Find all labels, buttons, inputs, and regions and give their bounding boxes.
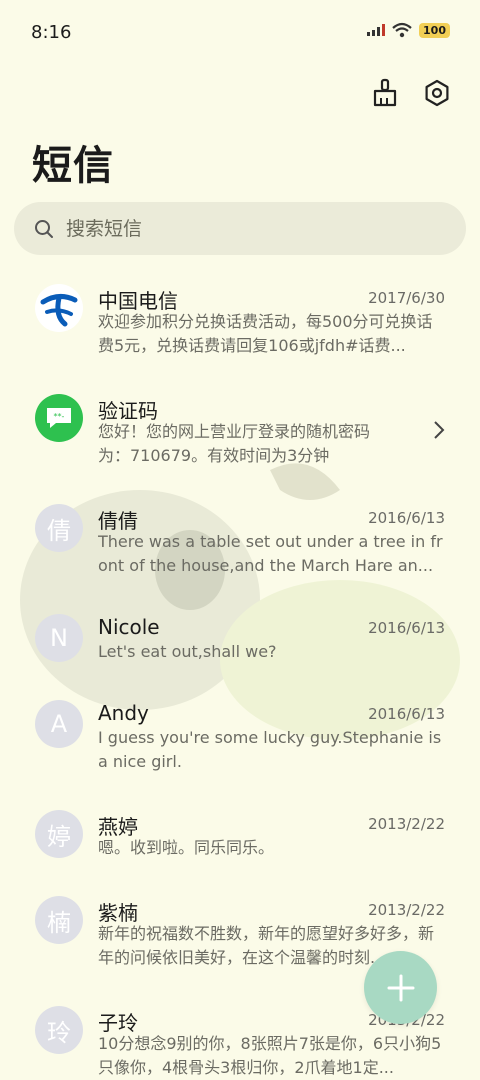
contact-avatar: N bbox=[35, 614, 83, 662]
china-telecom-logo-avatar bbox=[35, 284, 83, 332]
page-title: 短信 bbox=[32, 143, 114, 189]
message-date: 2013/2/22 bbox=[368, 815, 445, 833]
status-bar: 8:16 100 bbox=[0, 0, 480, 68]
message-preview: 嗯。收到啦。同乐同乐。 bbox=[98, 838, 275, 857]
contact-avatar: 婷 bbox=[35, 810, 83, 858]
message-date: 2013/2/22 bbox=[368, 901, 445, 919]
signal-icon bbox=[367, 24, 386, 36]
chevron-right-icon bbox=[434, 421, 445, 439]
top-actions bbox=[368, 76, 454, 110]
contact-name: Andy bbox=[98, 701, 149, 725]
settings-button[interactable] bbox=[420, 76, 454, 110]
contact-avatar: A bbox=[35, 700, 83, 748]
conversation-item[interactable]: A Andy 2016/6/13 I guess you're some luc… bbox=[0, 686, 480, 791]
contact-name: Nicole bbox=[98, 615, 160, 639]
search-input[interactable] bbox=[64, 216, 428, 241]
message-preview: There was a table set out under a tree i… bbox=[98, 532, 443, 575]
conversation-item[interactable]: N Nicole 2016/6/13 Let's eat out,shall w… bbox=[0, 600, 480, 680]
search-icon bbox=[35, 219, 53, 238]
china-telecom-logo-icon bbox=[40, 294, 78, 327]
clean-button[interactable] bbox=[368, 76, 402, 110]
message-preview: 欢迎参加积分兑换话费活动，每500分可兑换话费5元，兑换话费请回复106或jfd… bbox=[98, 312, 433, 355]
contact-avatar: 玲 bbox=[35, 1006, 83, 1054]
battery-indicator: 100 bbox=[419, 22, 450, 38]
status-icons: 100 bbox=[367, 22, 450, 38]
search-bar[interactable] bbox=[14, 202, 466, 255]
message-date: 2016/6/13 bbox=[368, 509, 445, 527]
conversation-item[interactable]: 倩 倩倩 2016/6/13 There was a table set out… bbox=[0, 490, 480, 595]
conversation-item[interactable]: **- 验证码 您好！您的网上营业厅登录的随机密码为：710679。有效时间为3… bbox=[0, 380, 480, 485]
message-bubble-icon: **- bbox=[47, 408, 71, 428]
contact-avatar: 楠 bbox=[35, 896, 83, 944]
message-date: 2017/6/30 bbox=[368, 289, 445, 307]
plus-icon bbox=[387, 974, 414, 1001]
gear-icon bbox=[425, 79, 449, 107]
message-preview: Let's eat out,shall we? bbox=[98, 642, 277, 661]
message-preview: 10分想念9别的你，8张照片7张是你，6只小狗5只像你，4根骨头3根归你，2爪着… bbox=[98, 1034, 442, 1077]
broom-icon bbox=[373, 78, 397, 107]
message-date: 2016/6/13 bbox=[368, 705, 445, 723]
wifi-icon bbox=[392, 22, 412, 38]
message-preview: I guess you're some lucky guy.Stephanie … bbox=[98, 728, 442, 771]
contact-avatar: 倩 bbox=[35, 504, 83, 552]
conversation-item[interactable]: 婷 燕婷 2013/2/22 嗯。收到啦。同乐同乐。 bbox=[0, 796, 480, 876]
message-preview: 您好！您的网上营业厅登录的随机密码为：710679。有效时间为3分钟 bbox=[98, 422, 371, 465]
conversation-item[interactable]: 中国电信 2017/6/30 欢迎参加积分兑换话费活动，每500分可兑换话费5元… bbox=[0, 270, 480, 375]
verification-code-avatar: **- bbox=[35, 394, 83, 442]
new-message-button[interactable] bbox=[364, 951, 437, 1024]
status-time: 8:16 bbox=[31, 22, 72, 43]
svg-text:**-: **- bbox=[54, 412, 65, 421]
message-date: 2016/6/13 bbox=[368, 619, 445, 637]
